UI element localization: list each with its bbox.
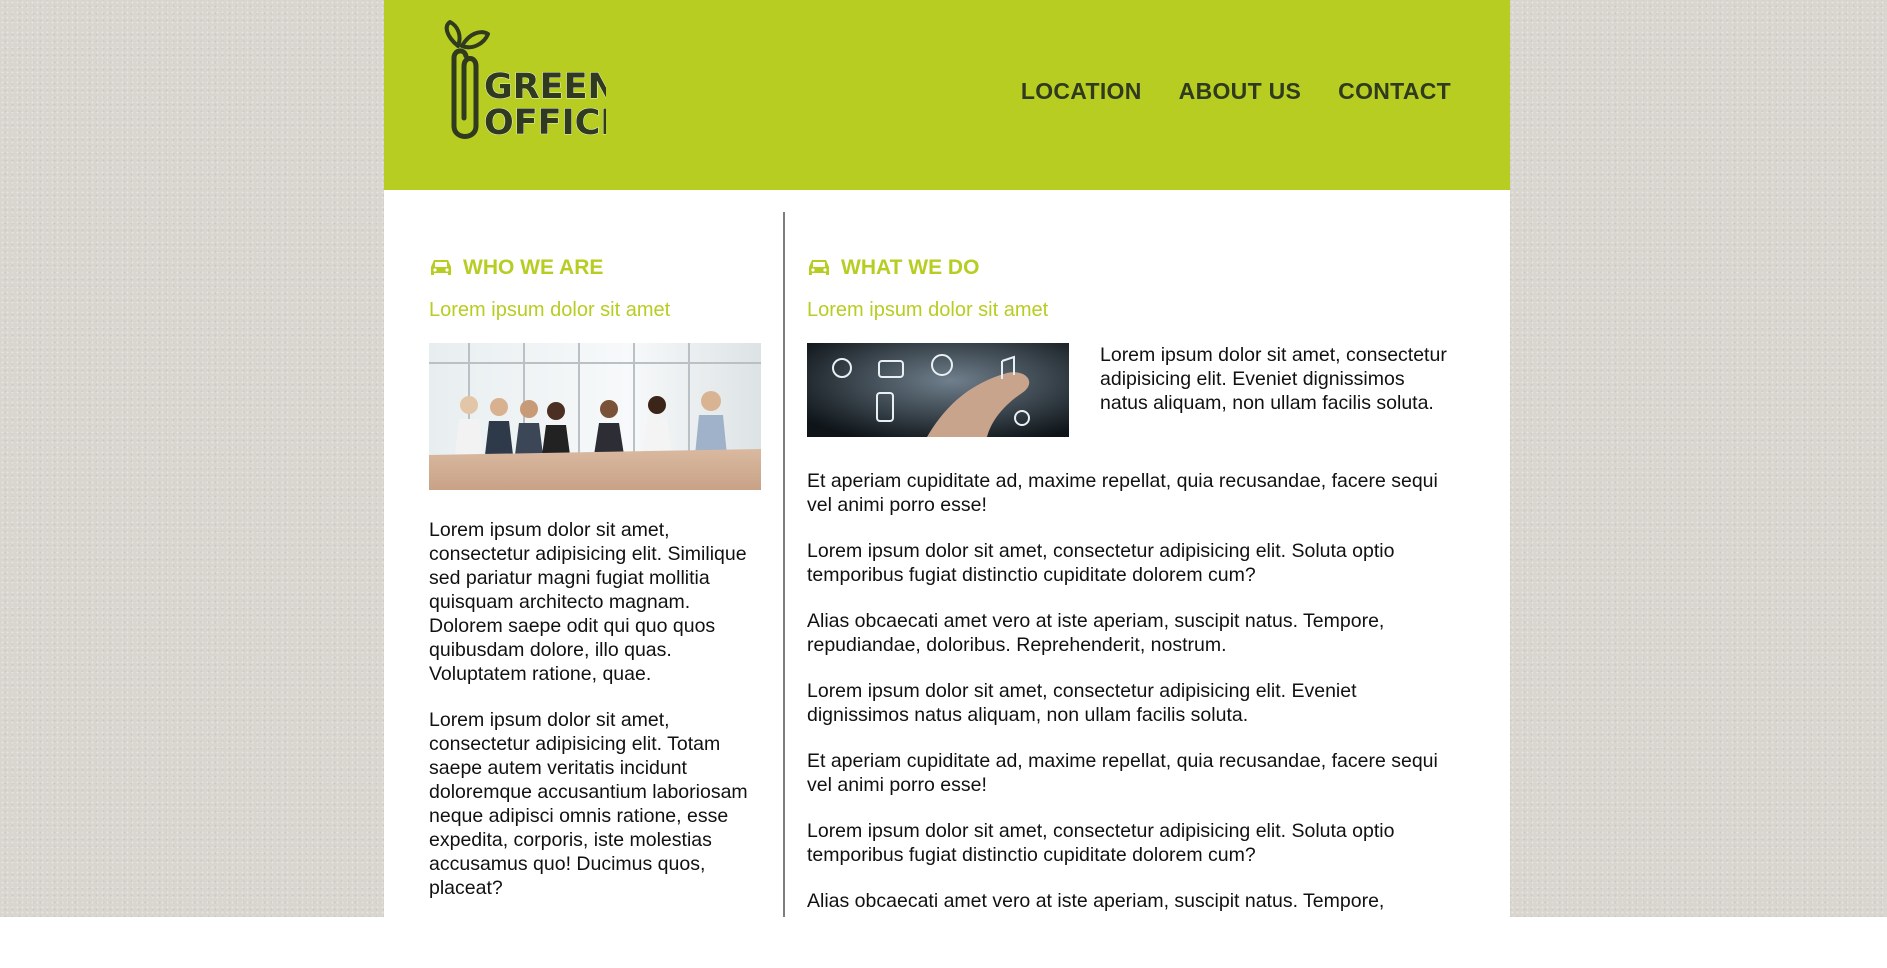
logo-line2: OFFICE: [484, 103, 606, 143]
nav-location[interactable]: LOCATION: [1021, 78, 1142, 105]
paperclip-sprout-logo-icon: GREEN OFFICE: [444, 20, 625, 143]
car-icon: [431, 260, 451, 275]
who-we-are-subtitle: Lorem ipsum dolor sit amet: [429, 299, 671, 321]
what-we-do-paragraph-3: Alias obcaecati amet vero at iste aperia…: [807, 610, 1385, 656]
who-we-are-heading: WHO WE ARE: [463, 256, 604, 279]
team-meeting-photo: [429, 343, 761, 490]
site-header: GREEN OFFICE LOCATION ABOUT US CONTACT: [384, 0, 1510, 190]
what-we-do-paragraph-6: Lorem ipsum dolor sit amet, consectetur …: [807, 820, 1395, 866]
what-we-do-section: WHAT WE DO Lorem ipsum dolor sit amet Lo…: [807, 255, 1457, 917]
technology-touch-photo: [807, 343, 1069, 437]
what-we-do-paragraph-7: Alias obcaecati amet vero at iste aperia…: [807, 890, 1385, 917]
logo-line1: GREEN: [484, 67, 606, 107]
page-container: GREEN OFFICE LOCATION ABOUT US CONTACT: [384, 0, 1510, 917]
what-we-do-paragraph-5: Et aperiam cupiditate ad, maxime repella…: [807, 750, 1438, 796]
what-we-do-heading-row: WHAT WE DO: [807, 255, 1457, 281]
who-we-are-heading-row: WHO WE ARE: [429, 255, 764, 281]
nav-contact[interactable]: CONTACT: [1338, 78, 1451, 105]
who-we-are-paragraph-1: Lorem ipsum dolor sit amet, consectetur …: [429, 519, 747, 685]
car-icon: [809, 260, 829, 275]
what-we-do-paragraph-2: Lorem ipsum dolor sit amet, consectetur …: [807, 540, 1395, 586]
nav-about-us[interactable]: ABOUT US: [1179, 78, 1302, 105]
column-divider: [783, 212, 785, 917]
who-we-are-section: WHO WE ARE Lorem ipsum dolor sit amet Lo…: [429, 255, 764, 900]
main-nav: LOCATION ABOUT US CONTACT: [1021, 78, 1451, 105]
what-we-do-paragraph-4: Lorem ipsum dolor sit amet, consectetur …: [807, 680, 1357, 726]
site-logo[interactable]: GREEN OFFICE: [436, 18, 625, 153]
what-we-do-intro: Lorem ipsum dolor sit amet, consectetur …: [807, 343, 1457, 447]
what-we-do-paragraph-1: Et aperiam cupiditate ad, maxime repella…: [807, 470, 1438, 516]
who-we-are-paragraph-2: Lorem ipsum dolor sit amet, consectetur …: [429, 709, 748, 899]
what-we-do-subtitle: Lorem ipsum dolor sit amet: [807, 299, 1049, 321]
what-we-do-heading: WHAT WE DO: [841, 256, 980, 279]
textured-background: GREEN OFFICE LOCATION ABOUT US CONTACT: [0, 0, 1887, 917]
